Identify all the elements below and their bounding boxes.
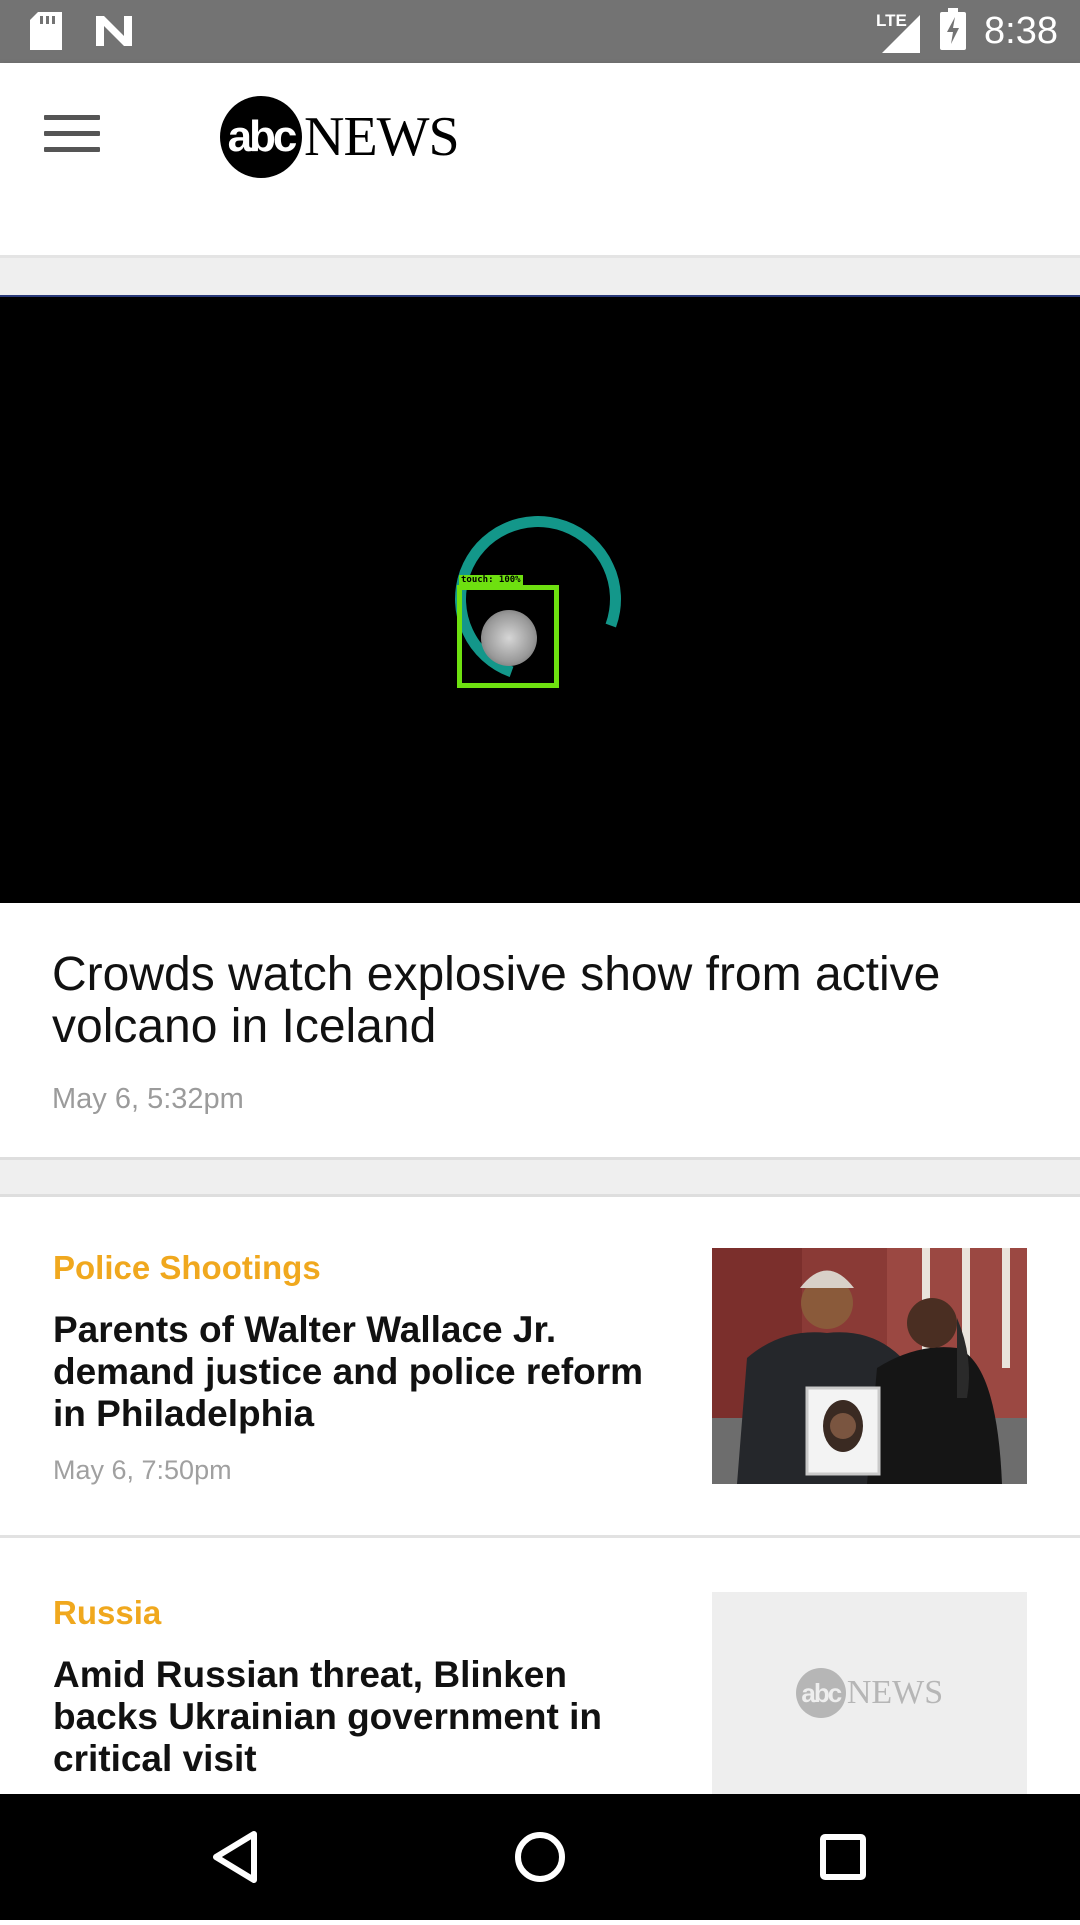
- story-item[interactable]: Police Shootings Parents of Walter Walla…: [0, 1197, 1080, 1535]
- story-thumbnail-placeholder[interactable]: abc NEWS: [712, 1592, 1027, 1794]
- status-bar: LTE 8:38: [0, 0, 1080, 63]
- story-item[interactable]: Russia Amid Russian threat, Blinken back…: [0, 1538, 1080, 1794]
- section-gap: [0, 1160, 1080, 1194]
- story-category[interactable]: Police Shootings: [53, 1249, 321, 1287]
- story-thumbnail[interactable]: [712, 1248, 1027, 1484]
- feature-timestamp: May 6, 5:32pm: [52, 1083, 244, 1115]
- abc-news-logo[interactable]: abc NEWS: [220, 95, 460, 179]
- sd-card-icon: [30, 12, 62, 55]
- touch-point: [481, 610, 537, 666]
- story-category[interactable]: Russia: [53, 1594, 161, 1632]
- home-button[interactable]: [440, 1794, 640, 1920]
- battery-charging-icon: [940, 8, 967, 55]
- placeholder-logo-circle: abc: [795, 1668, 846, 1718]
- parents-photo-image: [712, 1248, 1027, 1484]
- hamburger-menu-icon[interactable]: [44, 115, 100, 155]
- recents-button[interactable]: [743, 1794, 943, 1920]
- recents-square-icon: [820, 1834, 866, 1880]
- placeholder-logo-word: NEWS: [846, 1674, 944, 1711]
- lte-signal-icon: LTE: [876, 9, 922, 55]
- header-spacer: [0, 210, 1080, 255]
- n-notification-icon: [94, 14, 134, 53]
- feature-title[interactable]: Crowds watch explosive show from active …: [52, 949, 1042, 1053]
- clock: 8:38: [984, 10, 1058, 52]
- logo-circle: abc: [220, 96, 302, 178]
- system-navigation-bar: [0, 1794, 1080, 1920]
- back-triangle-icon: [213, 1831, 257, 1883]
- logo-word: NEWS: [304, 106, 460, 168]
- feature-article[interactable]: Crowds watch explosive show from active …: [0, 903, 1080, 1157]
- app-header: abc NEWS: [0, 63, 1080, 210]
- story-timestamp: May 6, 7:50pm: [53, 1455, 232, 1485]
- story-headline[interactable]: Amid Russian threat, Blinken backs Ukrai…: [53, 1654, 673, 1780]
- back-button[interactable]: [136, 1794, 336, 1920]
- home-circle-icon: [515, 1832, 565, 1882]
- abc-news-placeholder-logo: abc NEWS: [795, 1668, 944, 1718]
- section-gap: [0, 258, 1080, 295]
- story-headline[interactable]: Parents of Walter Wallace Jr. demand jus…: [53, 1309, 653, 1435]
- touch-indicator-label: touch: 100%: [459, 575, 523, 586]
